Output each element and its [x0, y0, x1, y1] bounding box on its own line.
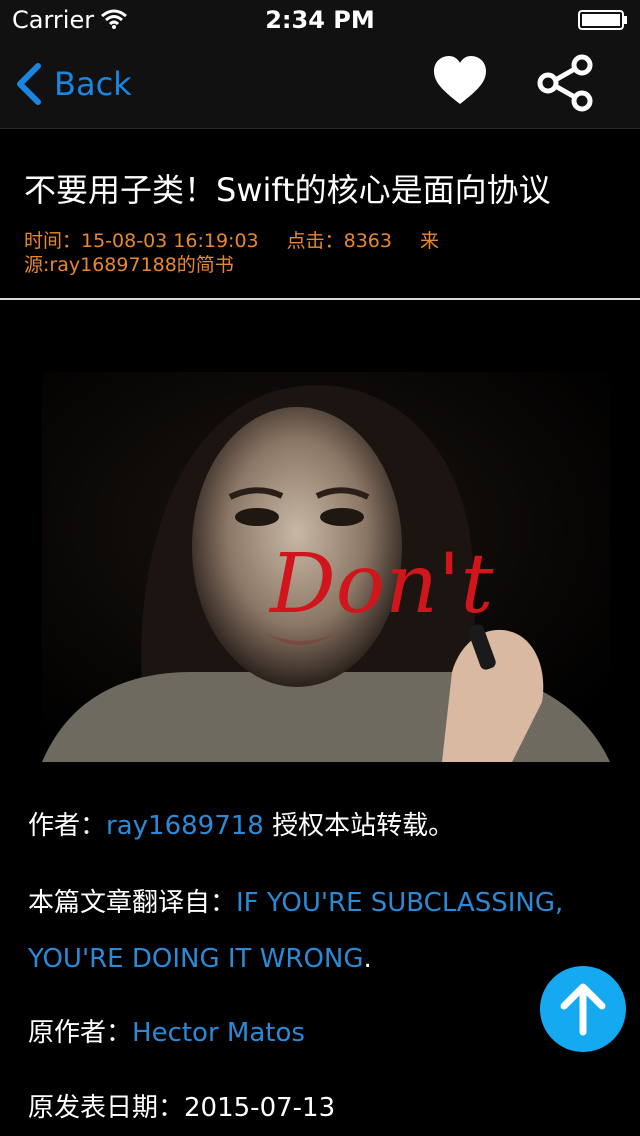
publish-time: 时间：15-08-03 16:19:03 — [24, 230, 259, 252]
author-link[interactable]: ray1689718 — [106, 811, 264, 841]
publish-date-label: 原发表日期： — [28, 1093, 185, 1123]
translated-suffix: . — [363, 944, 372, 974]
back-button[interactable]: Back — [14, 60, 132, 108]
original-author-prefix: 原作者： — [28, 1018, 133, 1048]
publish-date-value: 2015-07-13 — [184, 1093, 336, 1123]
author-prefix: 作者： — [28, 811, 107, 841]
back-chevron-icon — [17, 63, 41, 105]
publish-date-paragraph: 原发表日期：2015-07-13 — [28, 1080, 618, 1136]
back-label: Back — [54, 65, 132, 103]
article-image: Don't — [42, 372, 610, 762]
navigation-bar: Back — [0, 40, 640, 129]
status-time: 2:34 PM — [265, 6, 375, 34]
author-suffix: 授权本站转载。 — [263, 811, 455, 841]
original-author-link[interactable]: Hector Matos — [132, 1018, 305, 1048]
battery-icon — [578, 10, 627, 30]
article-meta: 时间：15-08-03 16:19:03 点击：8363 来源:ray1689718… — [24, 229, 484, 277]
original-author-paragraph: 原作者：Hector Matos — [28, 1005, 618, 1061]
portrait-illustration: Don't — [42, 372, 610, 762]
heart-icon[interactable] — [432, 54, 488, 110]
status-bar: Carrier 2:34 PM — [0, 0, 640, 40]
header-divider — [0, 298, 640, 300]
share-icon[interactable] — [536, 54, 594, 112]
image-caption: Don't — [268, 537, 494, 632]
article-title: 不要用子类！Swift的核心是面向协议 — [24, 171, 551, 209]
arrow-up-icon — [560, 983, 606, 1036]
translated-paragraph: 本篇文章翻译自：IF YOU'RE SUBCLASSING, YOU'RE DO… — [28, 875, 618, 987]
scroll-to-top-button[interactable] — [540, 966, 626, 1052]
click-count: 点击：8363 — [286, 230, 392, 252]
author-paragraph: 作者：ray1689718 授权本站转载。 — [28, 798, 618, 854]
translated-prefix: 本篇文章翻译自： — [28, 888, 237, 918]
